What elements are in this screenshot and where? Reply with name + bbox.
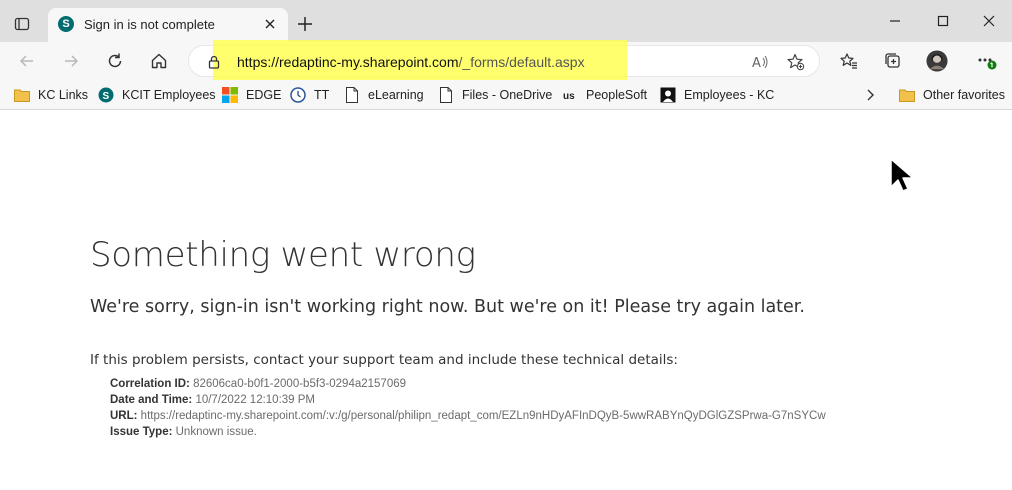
bookmark-kc-links[interactable]: KC Links <box>14 86 88 104</box>
add-favorite-icon[interactable] <box>787 53 805 71</box>
correlation-id-row: Correlation ID: 82606ca0-b0f1-2000-b5f3-… <box>110 376 826 392</box>
bookmark-label: TT <box>314 88 330 102</box>
forward-arrow-icon[interactable] <box>60 50 82 72</box>
page-icon <box>344 87 360 103</box>
read-aloud-icon[interactable]: A <box>751 53 769 71</box>
url-row: URL: https://redaptinc-my.sharepoint.com… <box>110 408 826 424</box>
bookmark-kcit-employees[interactable]: S KCIT Employees <box>98 86 216 104</box>
correlation-id-value: 82606ca0-b0f1-2000-b5f3-0294a2157069 <box>193 378 407 390</box>
folder-icon <box>899 87 915 103</box>
date-time-row: Date and Time: 10/7/2022 12:10:39 PM <box>110 392 826 408</box>
error-subtitle: We're sorry, sign-in isn't working right… <box>90 297 805 317</box>
chevron-right-icon[interactable] <box>864 86 876 104</box>
favorites-icon[interactable] <box>838 50 860 72</box>
bookmark-files-onedrive[interactable]: Files - OneDrive <box>438 86 552 104</box>
error-hint: If this problem persists, contact your s… <box>90 352 678 368</box>
sharepoint-icon <box>58 16 74 32</box>
svg-text:us: us <box>563 91 575 102</box>
bookmark-label: PeopleSoft <box>586 88 648 102</box>
url-text[interactable]: https://redaptinc-my.sharepoint.com/_for… <box>237 54 585 70</box>
address-bar[interactable]: https://redaptinc-my.sharepoint.com/_for… <box>188 40 820 80</box>
new-tab-icon[interactable] <box>296 15 314 33</box>
svg-text:A: A <box>752 56 761 71</box>
page-icon <box>438 87 454 103</box>
tab-strip: Sign in is not complete <box>0 0 1012 42</box>
issue-type-value: Unknown issue. <box>175 426 257 438</box>
tab-actions-icon[interactable] <box>12 14 32 34</box>
sharepoint-icon: S <box>98 87 114 103</box>
lock-icon[interactable] <box>207 55 221 69</box>
date-time-label: Date and Time: <box>110 394 193 406</box>
technical-details: Correlation ID: 82606ca0-b0f1-2000-b5f3-… <box>110 376 826 440</box>
home-icon[interactable] <box>148 50 170 72</box>
mouse-cursor-icon <box>890 158 916 194</box>
back-arrow-icon[interactable] <box>16 50 38 72</box>
close-icon[interactable] <box>262 16 278 32</box>
profile-avatar[interactable] <box>926 50 948 72</box>
minimize-icon[interactable] <box>884 12 906 30</box>
bookmark-label: Other favorites <box>923 88 1005 102</box>
refresh-icon[interactable] <box>104 50 126 72</box>
url-path: /_forms/default.aspx <box>458 54 585 70</box>
error-title: Something went wrong <box>90 235 476 275</box>
windows-logo-icon <box>222 87 238 103</box>
bookmark-label: eLearning <box>368 88 424 102</box>
correlation-id-label: Correlation ID: <box>110 378 190 390</box>
svg-text:S: S <box>103 91 110 102</box>
tab-title: Sign in is not complete <box>84 17 215 32</box>
collections-icon[interactable] <box>882 50 904 72</box>
close-window-icon[interactable] <box>978 12 1000 30</box>
bookmark-label: KCIT Employees <box>122 88 216 102</box>
bookmark-label: Files - OneDrive <box>462 88 553 102</box>
issue-type-row: Issue Type: Unknown issue. <box>110 424 826 440</box>
date-time-value: 10/7/2022 12:10:39 PM <box>195 394 316 406</box>
bookmark-edge[interactable]: EDGE <box>222 86 281 104</box>
bookmark-employees-kc[interactable]: Employees - KC <box>660 86 774 104</box>
page-content: Something went wrong We're sorry, sign-i… <box>0 111 1012 490</box>
bookmark-label: EDGE <box>246 88 282 102</box>
tt-icon <box>290 87 306 103</box>
folder-icon <box>14 87 30 103</box>
url-host: https://redaptinc-my.sharepoint.com <box>237 54 459 70</box>
issue-type-label: Issue Type: <box>110 426 173 438</box>
bookmark-label: Employees - KC <box>684 88 775 102</box>
bookmark-elearning[interactable]: eLearning <box>344 86 424 104</box>
tab-active[interactable]: Sign in is not complete <box>48 8 288 42</box>
bookmark-other-favorites[interactable]: Other favorites <box>899 86 1005 104</box>
peoplesoft-icon: us <box>562 87 578 103</box>
favorites-bar: KC Links S KCIT Employees EDGE TT eLearn… <box>0 80 1012 110</box>
url-label: URL: <box>110 410 138 422</box>
url-value: https://redaptinc-my.sharepoint.com/:v:/… <box>140 410 826 422</box>
kc-icon <box>660 87 676 103</box>
bookmark-tt[interactable]: TT <box>290 86 329 104</box>
maximize-icon[interactable] <box>932 12 954 30</box>
bookmark-peoplesoft[interactable]: us PeopleSoft <box>562 86 647 104</box>
bookmark-label: KC Links <box>38 88 89 102</box>
settings-more-icon[interactable] <box>976 50 998 72</box>
browser-toolbar: https://redaptinc-my.sharepoint.com/_for… <box>0 40 1012 80</box>
